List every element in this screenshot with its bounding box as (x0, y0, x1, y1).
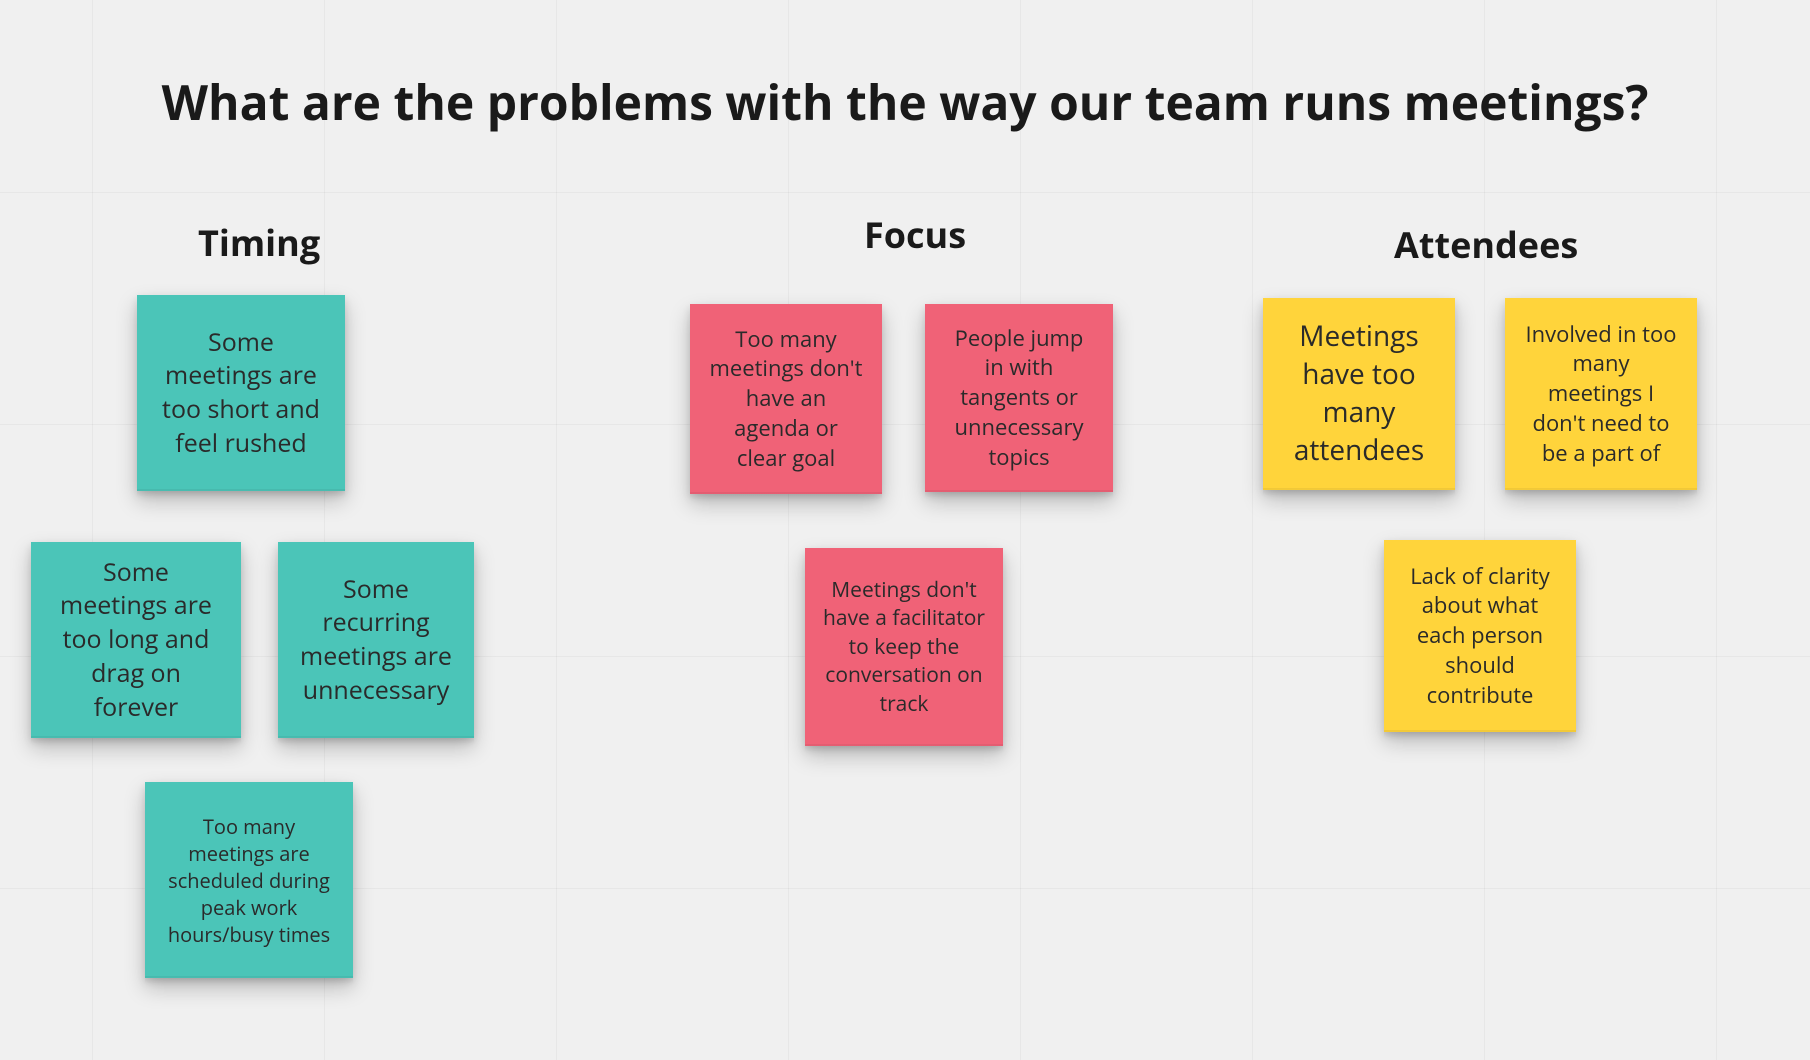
sticky-note-timing-2[interactable]: Some meetings are too long and drag on f… (31, 542, 241, 738)
sticky-note-focus-1[interactable]: Too many meetings don't have an agenda o… (690, 304, 882, 494)
sticky-note-timing-4[interactable]: Too many meetings are scheduled during p… (145, 782, 353, 978)
sticky-note-attendees-2[interactable]: Involved in too many meetings I don't ne… (1505, 298, 1697, 490)
group-label-attendees[interactable]: Attendees (1394, 220, 1578, 269)
group-label-timing[interactable]: Timing (198, 218, 320, 267)
sticky-note-timing-1[interactable]: Some meetings are too short and feel rus… (137, 295, 345, 491)
sticky-note-attendees-3[interactable]: Lack of clarity about what each person s… (1384, 540, 1576, 732)
board-title[interactable]: What are the problems with the way our t… (162, 70, 1649, 135)
sticky-note-focus-2[interactable]: People jump in with tangents or unnecess… (925, 304, 1113, 492)
group-label-focus[interactable]: Focus (864, 210, 966, 259)
sticky-note-timing-3[interactable]: Some recurring meetings are unnecessary (278, 542, 474, 738)
sticky-note-focus-3[interactable]: Meetings don't have a facilitator to kee… (805, 548, 1003, 746)
sticky-note-attendees-1[interactable]: Meetings have too many attendees (1263, 298, 1455, 490)
